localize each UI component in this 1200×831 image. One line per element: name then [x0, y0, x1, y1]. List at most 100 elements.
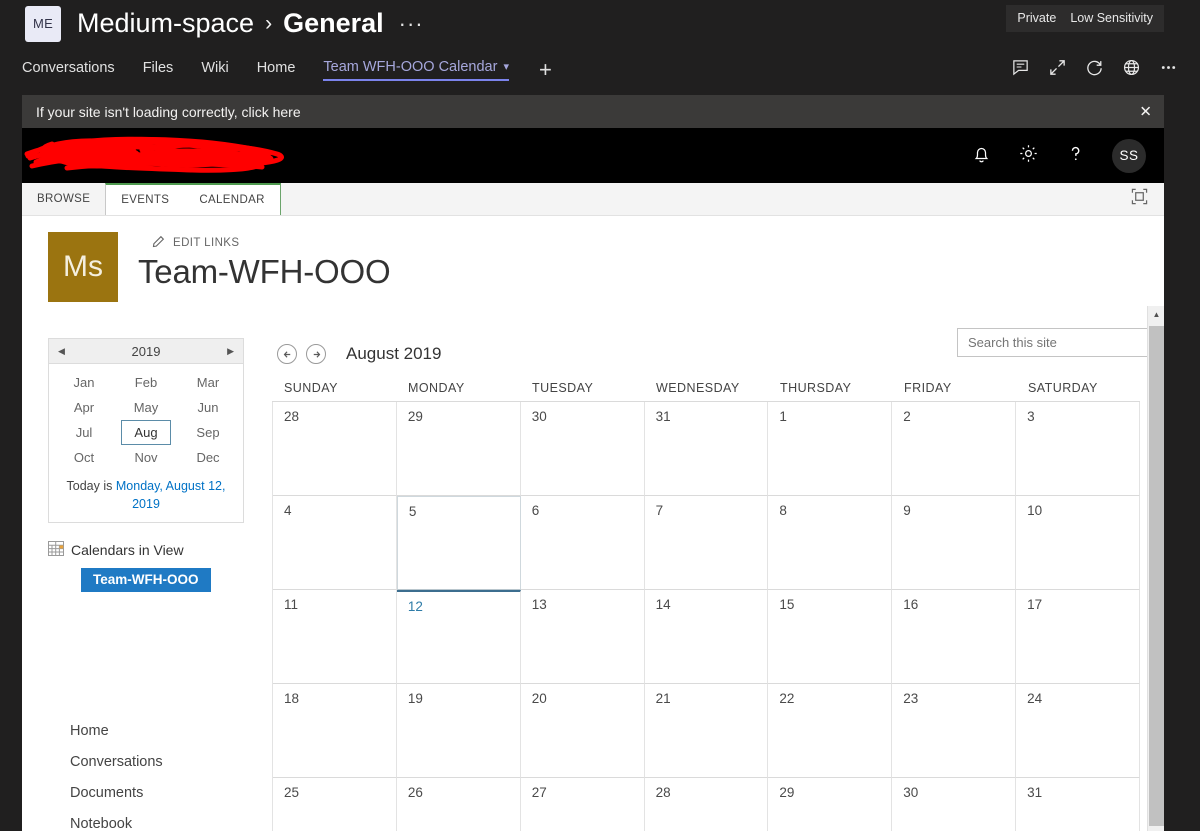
expand-icon[interactable]: [1048, 58, 1067, 82]
calendar-cell[interactable]: 11: [273, 590, 397, 684]
next-month-icon[interactable]: [306, 344, 326, 364]
dow-monday: MONDAY: [396, 381, 520, 401]
calendar-cell[interactable]: 2: [892, 402, 1016, 496]
calendar-cell[interactable]: 27: [521, 778, 645, 831]
breadcrumb-team[interactable]: Medium-space: [77, 8, 254, 39]
dow-saturday: SATURDAY: [1016, 381, 1140, 401]
edit-links-button[interactable]: EDIT LINKS: [152, 235, 239, 251]
calendar-chip-team-wfh-ooo[interactable]: Team-WFH-OOO: [81, 568, 211, 592]
day-number: 21: [656, 691, 671, 706]
calendar-cell[interactable]: 18: [273, 684, 397, 778]
calendar-cell[interactable]: 1: [768, 402, 892, 496]
month-sep[interactable]: Sep: [183, 421, 233, 444]
ribbon-tab-calendar[interactable]: CALENDAR: [184, 185, 279, 215]
calendar-cell[interactable]: 28: [645, 778, 769, 831]
calendar-cell[interactable]: 24: [1016, 684, 1140, 778]
month-oct[interactable]: Oct: [59, 446, 109, 469]
focus-on-content-icon[interactable]: [1131, 188, 1148, 210]
settings-gear-icon[interactable]: [1018, 143, 1039, 169]
calendar-cell[interactable]: 4: [273, 496, 397, 590]
calendar-cell[interactable]: 30: [521, 402, 645, 496]
site-logo[interactable]: Ms: [48, 232, 118, 302]
tab-home[interactable]: Home: [257, 60, 296, 79]
globe-icon[interactable]: [1122, 58, 1141, 82]
nav-item-home[interactable]: Home: [48, 716, 270, 747]
calendar-cell[interactable]: 15: [768, 590, 892, 684]
calendar-cell-today[interactable]: 12: [397, 590, 521, 684]
month-jan[interactable]: Jan: [59, 371, 109, 394]
calendar-cell[interactable]: 16: [892, 590, 1016, 684]
calendar-cell[interactable]: 13: [521, 590, 645, 684]
day-number: 24: [1027, 691, 1042, 706]
calendar-cell[interactable]: 20: [521, 684, 645, 778]
chevron-down-icon[interactable]: ▾: [503, 60, 509, 73]
prev-year-button[interactable]: ◀: [58, 346, 65, 357]
day-number: 28: [656, 785, 671, 800]
calendar-cell-selected[interactable]: 5: [397, 496, 521, 590]
month-mar[interactable]: Mar: [183, 371, 233, 394]
suite-bar-actions: SS: [971, 128, 1146, 183]
breadcrumb-more-icon[interactable]: ···: [399, 17, 424, 30]
more-options-icon[interactable]: [1159, 58, 1178, 82]
calendar-cell[interactable]: 19: [397, 684, 521, 778]
month-jul[interactable]: Jul: [59, 421, 109, 444]
day-number: 2: [903, 409, 911, 424]
nav-item-notebook[interactable]: Notebook: [48, 809, 270, 831]
calendar-cell[interactable]: 9: [892, 496, 1016, 590]
tab-wiki[interactable]: Wiki: [201, 60, 228, 79]
calendar-cell[interactable]: 25: [273, 778, 397, 831]
help-icon[interactable]: [1065, 143, 1086, 169]
next-year-button[interactable]: ▶: [227, 346, 234, 357]
breadcrumb-channel[interactable]: General: [283, 8, 384, 39]
notice-text[interactable]: If your site isn't loading correctly, cl…: [36, 104, 301, 120]
close-icon[interactable]: ✕: [1139, 104, 1152, 119]
tab-conversations[interactable]: Conversations: [22, 60, 115, 79]
previous-month-icon[interactable]: [277, 344, 297, 364]
month-jun[interactable]: Jun: [183, 396, 233, 419]
day-number: 1: [779, 409, 787, 424]
month-aug[interactable]: Aug: [121, 420, 171, 445]
nav-item-conversations[interactable]: Conversations: [48, 747, 270, 778]
calendar-cell[interactable]: 23: [892, 684, 1016, 778]
privacy-label: Private: [1017, 11, 1056, 25]
breadcrumb: Medium-space › General ···: [77, 8, 424, 39]
tab-team-wfh-ooo-calendar[interactable]: Team WFH-OOO Calendar ▾: [323, 59, 509, 81]
calendar-cell[interactable]: 22: [768, 684, 892, 778]
ribbon-tab-browse[interactable]: BROWSE: [22, 183, 105, 215]
calendar-cell[interactable]: 14: [645, 590, 769, 684]
month-apr[interactable]: Apr: [59, 396, 109, 419]
scroll-up-icon[interactable]: ▲: [1148, 306, 1164, 323]
calendar-cell[interactable]: 10: [1016, 496, 1140, 590]
user-avatar[interactable]: SS: [1112, 139, 1146, 173]
calendar-month-label: August 2019: [346, 344, 441, 364]
nav-item-documents[interactable]: Documents: [48, 778, 270, 809]
calendar-cell[interactable]: 26: [397, 778, 521, 831]
calendar-cell[interactable]: 31: [1016, 778, 1140, 831]
calendar-cell[interactable]: 31: [645, 402, 769, 496]
calendar-cell[interactable]: 8: [768, 496, 892, 590]
tab-files[interactable]: Files: [143, 60, 174, 79]
calendar-cell[interactable]: 3: [1016, 402, 1140, 496]
calendar-cell[interactable]: 28: [273, 402, 397, 496]
month-may[interactable]: May: [121, 396, 171, 419]
ribbon-tab-events[interactable]: EVENTS: [106, 185, 184, 215]
calendar-cell[interactable]: 6: [521, 496, 645, 590]
day-number: 5: [409, 504, 417, 519]
vertical-scrollbar[interactable]: ▲ ▼: [1147, 306, 1164, 831]
day-number: 18: [284, 691, 299, 706]
chat-icon[interactable]: [1011, 58, 1030, 82]
calendar-cell[interactable]: 29: [397, 402, 521, 496]
month-nov[interactable]: Nov: [121, 446, 171, 469]
calendar-cell[interactable]: 30: [892, 778, 1016, 831]
today-date-link[interactable]: Monday, August 12, 2019: [116, 479, 226, 511]
calendar-cell[interactable]: 21: [645, 684, 769, 778]
notifications-icon[interactable]: [971, 143, 992, 169]
scrollbar-thumb[interactable]: [1149, 326, 1164, 826]
calendar-cell[interactable]: 7: [645, 496, 769, 590]
refresh-icon[interactable]: [1085, 58, 1104, 82]
calendar-cell[interactable]: 17: [1016, 590, 1140, 684]
month-feb[interactable]: Feb: [121, 371, 171, 394]
month-dec[interactable]: Dec: [183, 446, 233, 469]
calendar-cell[interactable]: 29: [768, 778, 892, 831]
add-tab-button[interactable]: +: [539, 59, 552, 81]
